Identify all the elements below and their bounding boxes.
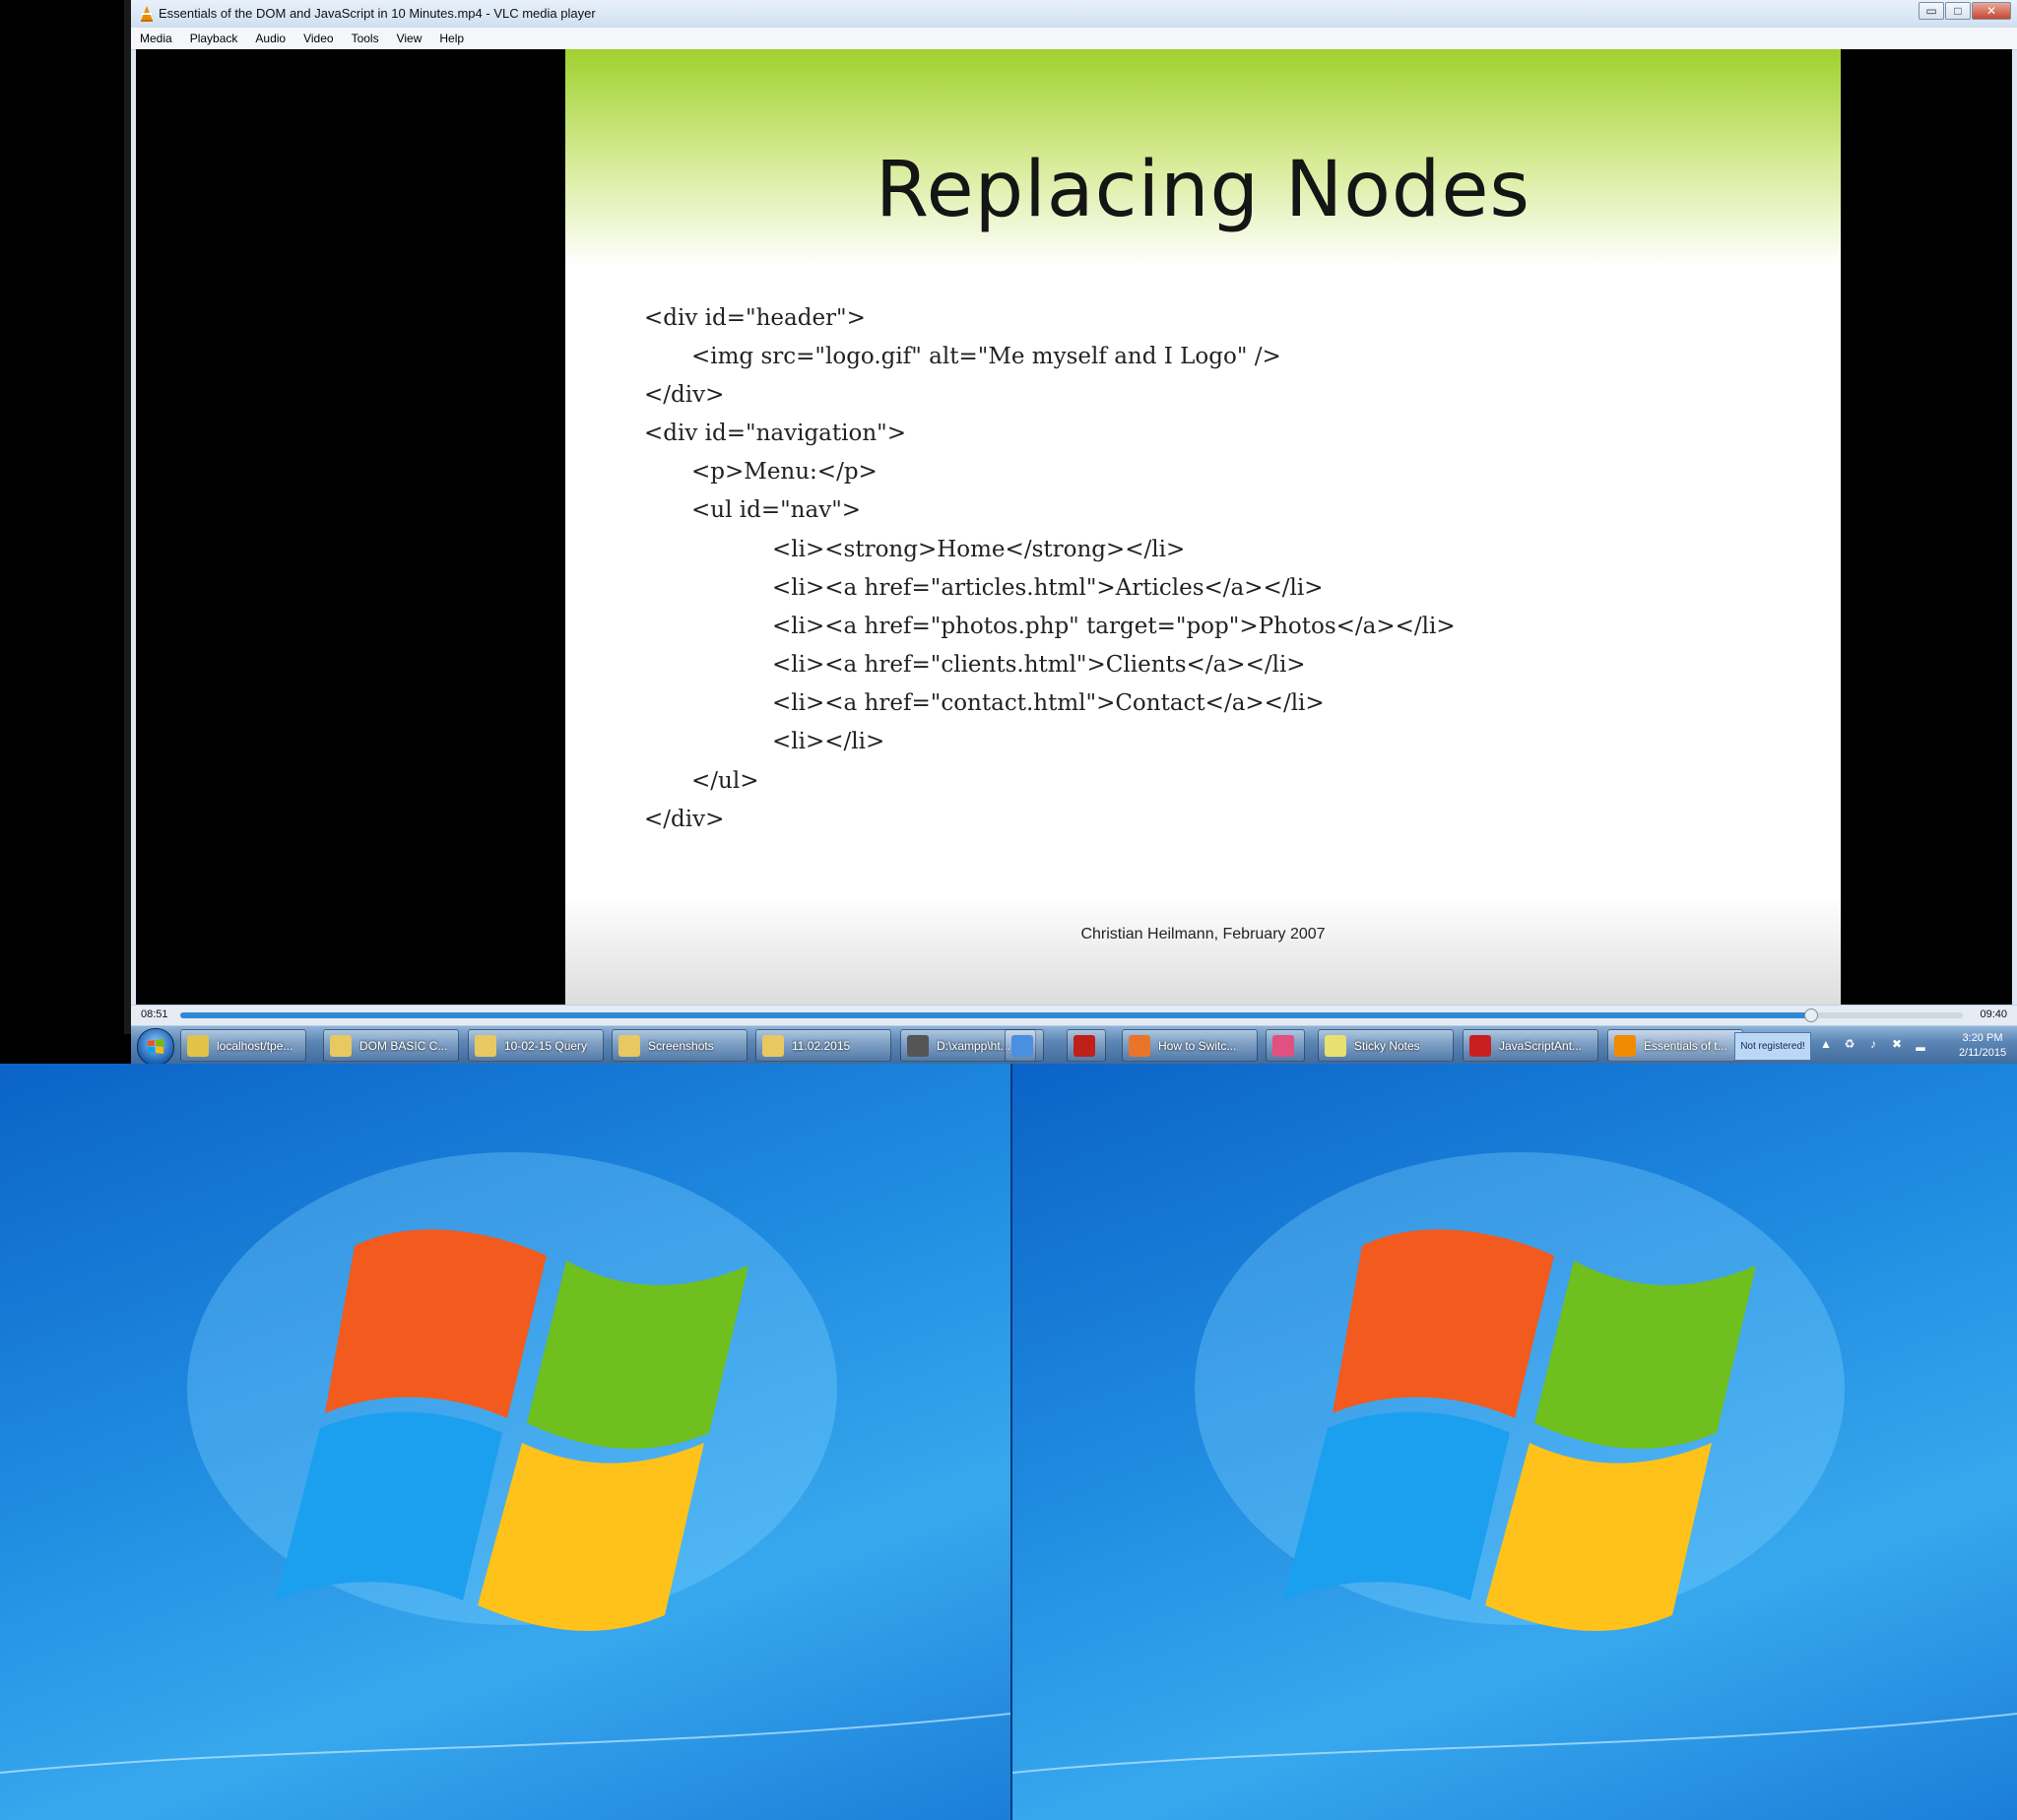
taskbar-item[interactable]: 10-02-15 Query (468, 1029, 604, 1062)
taskbar-item[interactable] (1005, 1029, 1044, 1062)
seek-slider[interactable] (180, 1008, 1963, 1022)
taskbar-item[interactable]: 11.02.2015 (755, 1029, 891, 1062)
filezilla-icon (1074, 1034, 1095, 1057)
elapsed-time: 08:51 (141, 1008, 168, 1020)
taskbar-item[interactable]: Essentials of t... (1607, 1029, 1743, 1062)
desktop-right (1012, 1064, 2017, 1820)
taskbar-item[interactable]: Screenshots (612, 1029, 748, 1062)
taskbar-item-label: Essentials of t... (1644, 1038, 1727, 1053)
clock-date: 2/11/2015 (1958, 1047, 2007, 1059)
code-line: </div> (644, 807, 725, 832)
minimize-button[interactable]: ▭ (1919, 2, 1944, 20)
left-black-region (0, 0, 131, 1064)
up-arrow-icon[interactable]: ▲ (1819, 1036, 1833, 1052)
clock-time: 3:20 PM (1962, 1032, 2003, 1044)
taskbar-item[interactable] (1266, 1029, 1305, 1062)
taskbar-item-label: 11.02.2015 (792, 1038, 851, 1053)
code-line: <div id="header"> (644, 305, 866, 331)
menu-tools[interactable]: Tools (343, 28, 388, 49)
taskbar-item-label: Sticky Notes (1354, 1038, 1420, 1053)
desktop-left (0, 1064, 1010, 1820)
code-line: <li><a href="contact.html">Contact</a></… (772, 690, 1325, 716)
taskbar-item-label: D:\xampp\ht... (937, 1038, 1010, 1053)
taskbar-item-label: 10-02-15 Query (504, 1038, 588, 1053)
menu-video[interactable]: Video (294, 28, 342, 49)
code-line: <li><strong>Home</strong></li> (772, 537, 1186, 562)
seek-bar: 08:51 09:40 (131, 1005, 2017, 1025)
code-line: <ul id="nav"> (691, 497, 862, 523)
taskbar: localhost/tpe... DOM BASIC C... 10-02-15 Q… (131, 1025, 2017, 1066)
menu-playback[interactable]: Playback (181, 28, 247, 49)
taskbar-item-label: JavaScriptAnt... (1499, 1038, 1583, 1053)
vlc-icon (141, 6, 153, 22)
clock[interactable]: 3:20 PM 2/11/2015 (1953, 1031, 2012, 1061)
window-edge (124, 0, 131, 1034)
windows-logo-icon (1012, 1152, 2017, 1774)
slide: Replacing Nodes <div id="header"> <img s… (565, 49, 1841, 1007)
taskbar-item[interactable] (1067, 1029, 1106, 1062)
network-icon[interactable]: ✖ (1890, 1036, 1904, 1052)
code-line: <li><a href="clients.html">Clients</a></… (772, 652, 1306, 678)
vlc-window: Essentials of the DOM and JavaScript in … (131, 0, 2017, 1064)
pdf-icon (1469, 1034, 1491, 1057)
code-line: <li></li> (772, 729, 885, 754)
taskbar-item-label: How to Switc... (1158, 1038, 1237, 1053)
code-line: </ul> (691, 768, 759, 794)
folder-icon (475, 1034, 496, 1057)
menu-audio[interactable]: Audio (246, 28, 294, 49)
start-button[interactable] (137, 1028, 174, 1066)
windows-flag-icon (148, 1039, 163, 1054)
code-line: <p>Menu:</p> (691, 459, 878, 485)
taskbar-item[interactable]: Sticky Notes (1318, 1029, 1454, 1062)
sublime-icon (907, 1034, 929, 1057)
code-line: <li><a href="photos.php" target="pop">Ph… (772, 614, 1456, 639)
close-button[interactable]: ✕ (1972, 2, 2011, 20)
sticky-notes-icon (1325, 1034, 1346, 1057)
taskbar-item-label: DOM BASIC C... (359, 1038, 448, 1053)
window-title: Essentials of the DOM and JavaScript in … (159, 6, 596, 21)
signal-icon[interactable]: ▂ (1914, 1036, 1927, 1052)
folder-icon (762, 1034, 784, 1057)
taskbar-item-label: localhost/tpe... (217, 1038, 293, 1053)
not-registered-badge[interactable]: Not registered! (1734, 1032, 1811, 1061)
menu-view[interactable]: View (388, 28, 431, 49)
taskbar-item[interactable]: localhost/tpe... (180, 1029, 306, 1062)
menu-media[interactable]: Media (131, 28, 181, 49)
firefox-icon (1129, 1034, 1150, 1057)
pinwheel-icon (1272, 1034, 1294, 1057)
total-time: 09:40 (1980, 1008, 2007, 1020)
taskbar-item[interactable]: How to Switc... (1122, 1029, 1258, 1062)
taskbar-item[interactable]: DOM BASIC C... (323, 1029, 459, 1062)
menu-help[interactable]: Help (430, 28, 473, 49)
menu-bar: Media Playback Audio Video Tools View He… (131, 28, 2017, 50)
code-line: <div id="navigation"> (644, 421, 907, 446)
windows-logo-icon (0, 1152, 1010, 1774)
seek-handle[interactable] (1804, 1008, 1819, 1022)
taskbar-item[interactable]: JavaScriptAnt... (1463, 1029, 1598, 1062)
code-line: <li><a href="articles.html">Articles</a>… (772, 575, 1324, 601)
chrome-icon (187, 1034, 209, 1057)
slide-title: Replacing Nodes (875, 146, 1531, 234)
folder-icon (330, 1034, 352, 1057)
title-bar[interactable]: Essentials of the DOM and JavaScript in … (131, 0, 2017, 29)
folder-icon (618, 1034, 640, 1057)
slide-footer: Christian Heilmann, February 2007 (1080, 926, 1326, 942)
volume-icon[interactable]: ♪ (1866, 1036, 1880, 1052)
vlc-icon (1614, 1034, 1636, 1057)
system-tray: ▲ ♻ ♪ ✖ ▂ (1819, 1036, 1927, 1052)
media-icon (1011, 1034, 1033, 1057)
seek-fill (180, 1012, 1812, 1018)
taskbar-item-label: Screenshots (648, 1038, 714, 1053)
code-line: </div> (644, 382, 725, 408)
maximize-button[interactable]: □ (1945, 2, 1971, 20)
code-line: <img src="logo.gif" alt="Me myself and I… (691, 344, 1281, 369)
sync-icon[interactable]: ♻ (1843, 1036, 1856, 1052)
